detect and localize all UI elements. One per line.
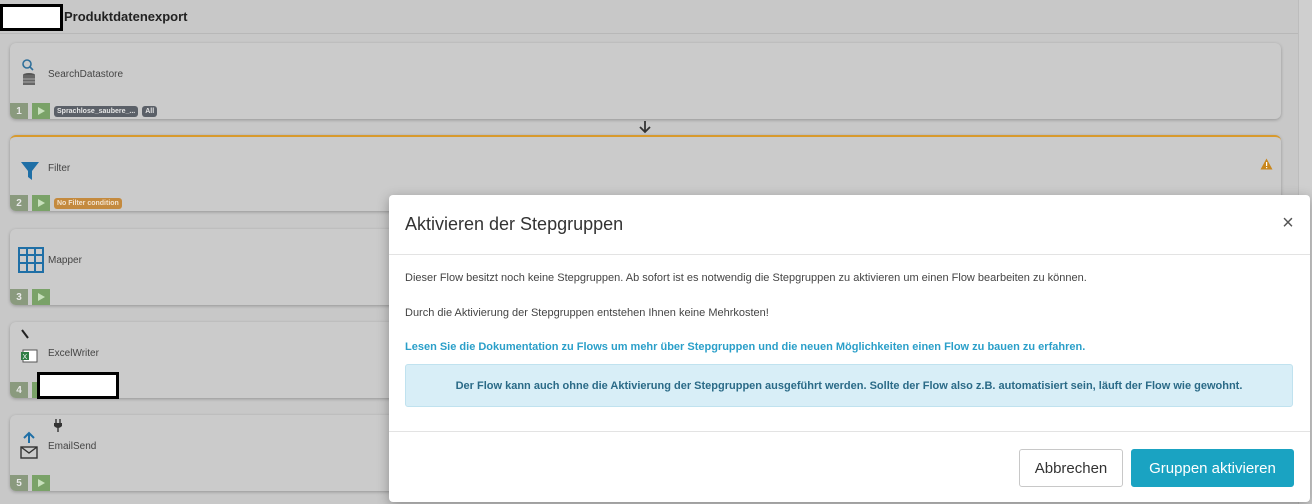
table-icon [18,247,44,277]
modal-footer: Abbrechen Gruppen aktivieren [389,431,1310,502]
search-datastore-icon [18,57,42,87]
svg-text:X: X [23,354,28,361]
step-number: 1 [10,103,28,119]
plug-icon [52,419,66,433]
redacted-box [0,4,63,31]
step-card-searchdatastore[interactable]: SearchDatastore 1 Sprachlose_saubere_...… [10,43,1281,119]
play-icon[interactable] [32,475,50,491]
step-footer: 1 Sprachlose_saubere_... All [10,103,158,119]
close-icon[interactable]: × [1278,213,1298,233]
step-footer: 2 No Filter condition [10,195,122,211]
step-tag: Sprachlose_saubere_... [54,105,139,117]
cost-paragraph: Durch die Aktivierung der Stepgruppen en… [405,307,769,319]
play-icon[interactable] [32,289,50,305]
step-name: ExcelWriter [48,348,99,359]
step-name: Mapper [48,255,82,266]
modal-body: Dieser Flow besitzt noch keine Stepgrupp… [389,255,1310,431]
flow-header: Produktdatenexport [0,0,1298,34]
step-tag: All [142,105,158,117]
step-number: 2 [10,195,28,211]
step-name: EmailSend [48,441,97,452]
play-icon[interactable] [32,195,50,211]
activate-stepgroups-dialog: Aktivieren der Stepgruppen × Dieser Flow… [389,195,1310,502]
step-tag: No Filter condition [54,197,122,209]
info-alert: Der Flow kann auch ohne die Aktivierung … [405,364,1293,407]
flow-title: Produktdatenexport [64,9,188,24]
step-name: Filter [48,163,71,174]
step-footer: 5 [10,475,50,491]
filter-icon [18,159,42,189]
cancel-button[interactable]: Abbrechen [1019,449,1123,487]
redacted-box [37,372,119,399]
info-paragraph: Dieser Flow besitzt noch keine Stepgrupp… [405,272,1087,284]
play-icon[interactable] [32,103,50,119]
warning-icon [1260,157,1273,175]
step-number: 3 [10,289,28,305]
step-number: 5 [10,475,28,491]
documentation-link[interactable]: Lesen Sie die Dokumentation zu Flows um … [405,341,1085,353]
info-alert-text: Der Flow kann auch ohne die Aktivierung … [455,379,1243,392]
email-upload-icon [18,431,42,461]
excel-icon: X [18,328,42,363]
modal-title: Aktivieren der Stepgruppen [405,214,624,234]
activate-groups-button[interactable]: Gruppen aktivieren [1131,449,1294,487]
step-number: 4 [10,382,28,398]
modal-header: Aktivieren der Stepgruppen × [389,195,1310,255]
step-footer: 3 [10,289,50,305]
step-name: SearchDatastore [48,69,124,80]
